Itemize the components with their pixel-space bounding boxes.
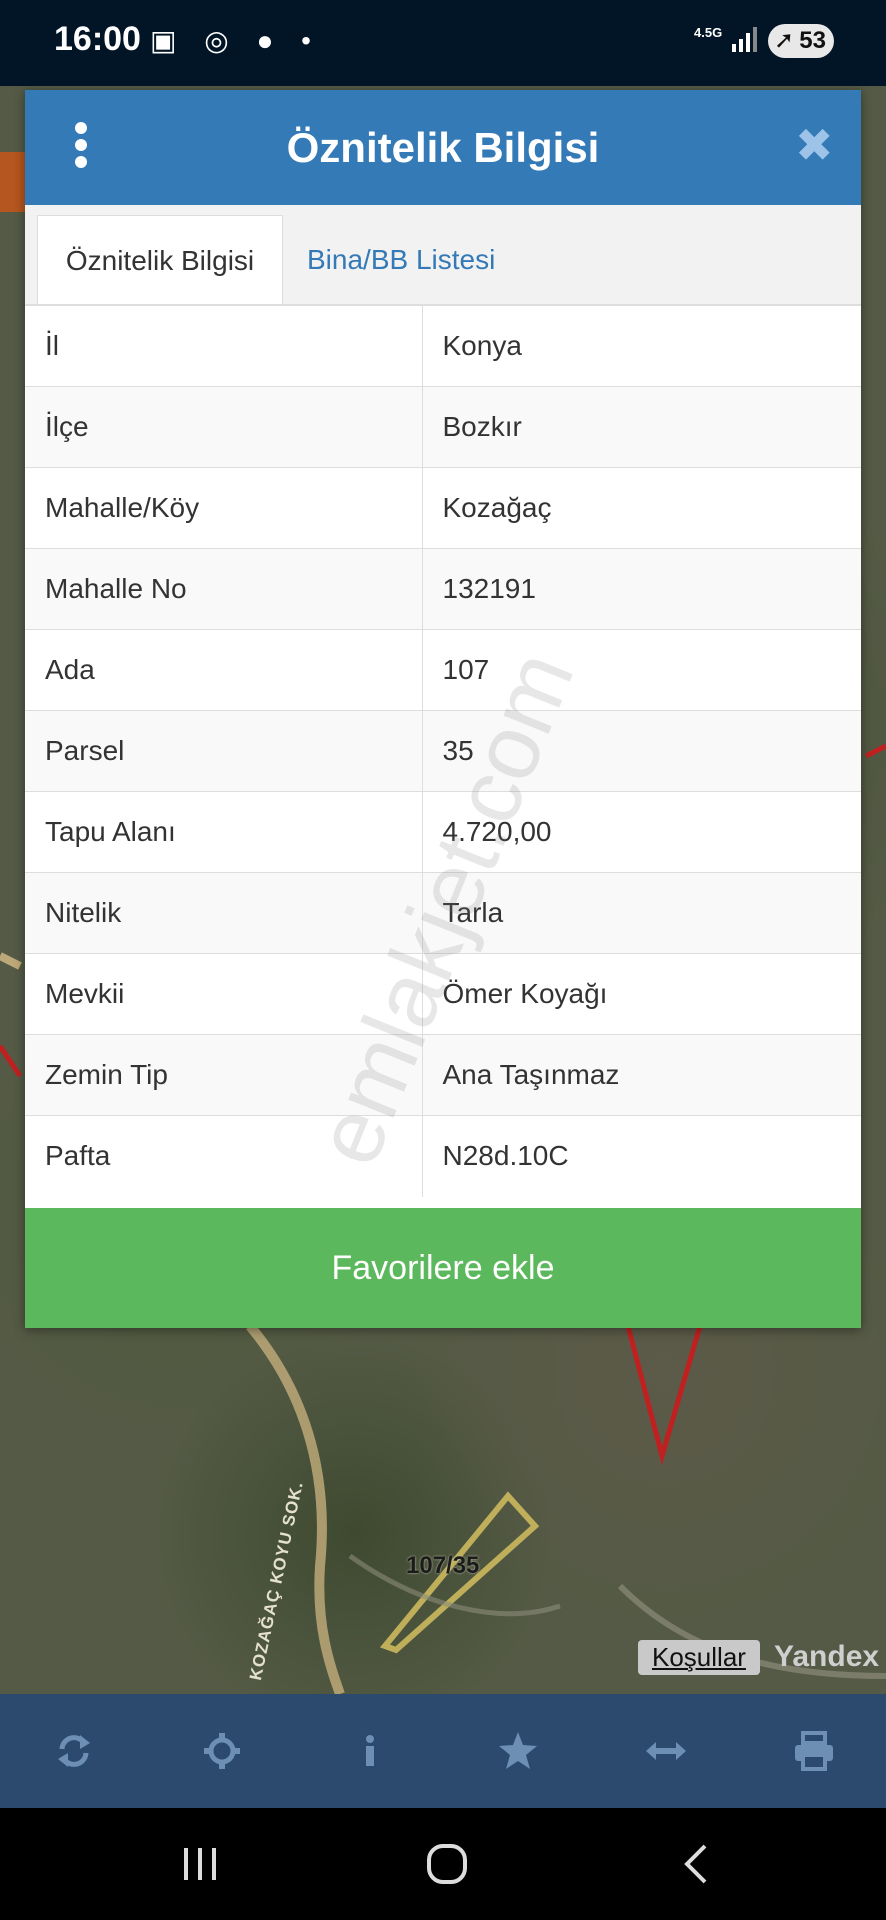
favorites-button[interactable]	[444, 1694, 592, 1808]
row-key: İlçe	[25, 386, 423, 468]
add-favorite-button[interactable]: Favorilere ekle	[25, 1208, 861, 1328]
print-button[interactable]	[740, 1694, 886, 1808]
measure-button[interactable]	[592, 1694, 740, 1808]
table-row: Mahalle No 132191	[25, 548, 861, 630]
dialog-title: Öznitelik Bilgisi	[286, 124, 600, 171]
dialog-tabs: Öznitelik Bilgisi Bina/BB Listesi	[25, 205, 861, 305]
map-toolbar	[0, 1694, 886, 1808]
row-value: Bozkır	[422, 386, 861, 468]
back-icon	[684, 1844, 707, 1884]
more-vertical-icon[interactable]	[73, 122, 89, 172]
back-button[interactable]	[636, 1808, 756, 1920]
table-row: İlçe Bozkır	[25, 386, 861, 468]
signal-icon	[732, 27, 757, 52]
row-value: Konya	[422, 305, 861, 387]
tab-attribute-info[interactable]: Öznitelik Bilgisi	[37, 215, 283, 304]
row-value: Ömer Koyağı	[422, 953, 861, 1035]
tab-building-list[interactable]: Bina/BB Listesi	[287, 215, 515, 304]
home-icon	[427, 1844, 467, 1884]
home-button[interactable]	[387, 1808, 507, 1920]
row-value: 132191	[422, 548, 861, 630]
info-icon	[366, 1735, 374, 1766]
notification-icons: ▣ ◎ ● •	[150, 25, 321, 56]
attribute-dialog: Öznitelik Bilgisi ✖ Öznitelik Bilgisi Bi…	[25, 90, 861, 1328]
locate-button[interactable]	[148, 1694, 296, 1808]
map-provider-logo: Yandex	[774, 1640, 880, 1673]
row-value: N28d.10C	[422, 1115, 861, 1197]
table-row: Ada 107	[25, 629, 861, 711]
terms-link[interactable]: Koşullar	[638, 1640, 760, 1675]
charging-icon: ➚	[774, 27, 795, 54]
row-key: İl	[25, 305, 423, 387]
row-value: Kozağaç	[422, 467, 861, 549]
refresh-button[interactable]	[0, 1694, 148, 1808]
close-icon[interactable]: ✖	[795, 118, 834, 172]
system-nav-bar	[0, 1808, 886, 1920]
row-key: Tapu Alanı	[25, 791, 423, 873]
star-icon	[499, 1732, 537, 1769]
table-row: İl Konya	[25, 305, 861, 387]
parcel-label: 107/35	[406, 1552, 480, 1579]
clock: 16:00	[54, 20, 141, 58]
measure-icon	[646, 1742, 686, 1760]
locate-icon	[204, 1733, 240, 1769]
recent-apps-button[interactable]	[140, 1808, 260, 1920]
row-key: Nitelik	[25, 872, 423, 954]
row-key: Mahalle/Köy	[25, 467, 423, 549]
info-button[interactable]	[296, 1694, 444, 1808]
table-row: Pafta N28d.10C	[25, 1115, 861, 1197]
recents-icon	[184, 1848, 216, 1880]
table-row: Mahalle/Köy Kozağaç	[25, 467, 861, 549]
row-key: Parsel	[25, 710, 423, 792]
row-key: Ada	[25, 629, 423, 711]
refresh-icon	[58, 1735, 90, 1767]
row-value: Ana Taşınmaz	[422, 1034, 861, 1116]
battery-level: 53	[799, 27, 826, 54]
print-icon	[795, 1731, 833, 1771]
battery-indicator: ➚ 53	[768, 24, 834, 58]
status-bar: 16:00 ▣ ◎ ● • 4.5G ➚ 53	[0, 0, 886, 86]
attribute-table: İl Konya İlçe Bozkır Mahalle/Köy Kozağaç Ma…	[25, 305, 861, 1197]
row-key: Mahalle No	[25, 548, 423, 630]
dialog-header: Öznitelik Bilgisi ✖	[25, 90, 861, 205]
network-type: 4.5G	[694, 25, 723, 40]
